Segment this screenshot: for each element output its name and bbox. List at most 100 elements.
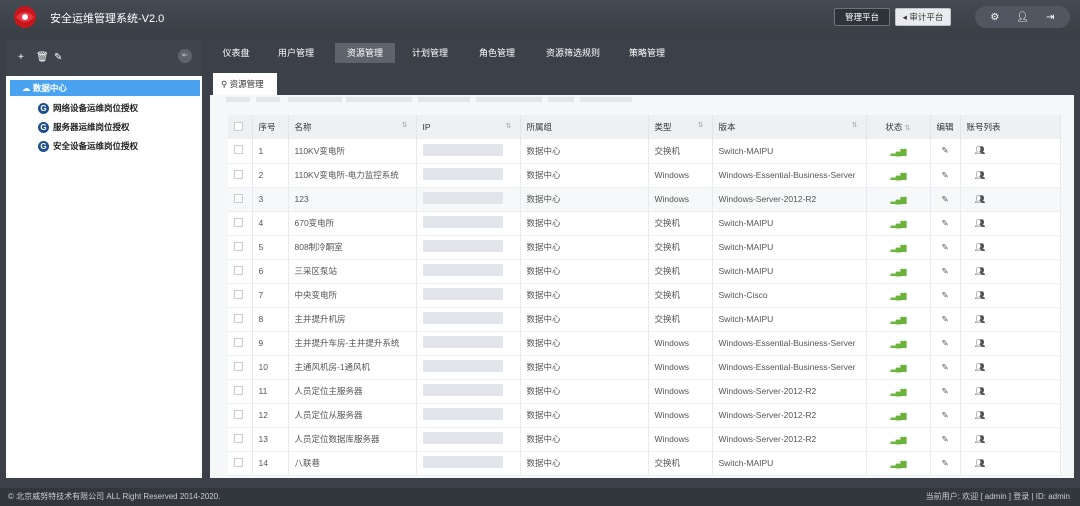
table-row[interactable]: 13 人员定位数据库服务器 数据中心 Windows Windows-Server-20… <box>228 427 1061 452</box>
tab-resource-management[interactable]: 资源管理 <box>335 43 395 63</box>
cell-name: 三采区泵站 <box>288 259 417 284</box>
cell-edit[interactable]: ✎ <box>930 283 961 308</box>
table-row[interactable]: 8 主井提升机房 数据中心 交换机 Switch-MAIPU ▂▄▆ ✎ 👥︎ <box>228 307 1061 332</box>
table-row[interactable]: 2 110KV变电所-电力监控系统 数据中心 Windows Windows-Essen… <box>228 163 1061 188</box>
row-checkbox[interactable] <box>228 259 253 284</box>
cell-version: Windows-Server-2012-R2 <box>712 403 867 428</box>
cell-edit[interactable]: ✎ <box>930 187 961 212</box>
users-icon: 👥︎ <box>974 265 986 276</box>
plus-icon[interactable]: + <box>18 52 24 63</box>
cell-accounts[interactable]: 👥︎ <box>960 163 1061 188</box>
cell-ip <box>416 283 521 308</box>
row-checkbox[interactable] <box>228 211 253 236</box>
tab-dashboard[interactable]: 仪表盘 <box>216 43 256 63</box>
cell-version: Windows-Server-2012-R2 <box>712 187 867 212</box>
signal-status-icon: ▂▄▆ <box>890 387 907 396</box>
row-checkbox[interactable] <box>228 307 253 332</box>
table-row[interactable]: 4 670变电所 数据中心 交换机 Switch-MAIPU ▂▄▆ ✎ 👥︎ <box>228 211 1061 236</box>
row-checkbox[interactable] <box>228 187 253 212</box>
cell-no: 5 <box>252 235 289 260</box>
cell-accounts[interactable]: 👥︎ <box>960 139 1061 164</box>
cell-no: 11 <box>252 379 289 404</box>
row-checkbox[interactable] <box>228 235 253 260</box>
tab-user-management[interactable]: 用户管理 <box>272 43 320 63</box>
gear-icon[interactable]: ⚙ <box>987 12 1003 23</box>
pencil-icon: ✎ <box>941 337 949 348</box>
cell-version: Windows-Server-2012-R2 <box>712 427 867 452</box>
ip-redacted-block <box>422 143 503 156</box>
manage-platform-button[interactable]: 管理平台 <box>834 8 890 26</box>
table-row[interactable]: 12 人员定位从服务器 数据中心 Windows Windows-Server-2012… <box>228 403 1061 428</box>
cell-status: ▂▄▆ <box>866 139 931 164</box>
cell-edit[interactable]: ✎ <box>930 451 961 476</box>
cell-accounts[interactable]: 👥︎ <box>960 307 1061 332</box>
table-row[interactable]: 3 123 数据中心 Windows Windows-Server-2012-R2 ▂▄▆… <box>228 187 1061 212</box>
table-row[interactable]: 5 808制冷酮室 数据中心 交换机 Switch-MAIPU ▂▄▆ ✎ 👥︎ <box>228 235 1061 260</box>
cell-no: 1 <box>252 139 289 164</box>
cell-version: Switch-MAIPU <box>712 307 867 332</box>
row-checkbox[interactable] <box>228 403 253 428</box>
tree-root-datacenter[interactable]: ☁ 数据中心 <box>10 80 200 96</box>
cell-accounts[interactable]: 👥︎ <box>960 451 1061 476</box>
row-checkbox[interactable] <box>228 283 253 308</box>
table-row[interactable]: 1 110KV变电所 数据中心 交换机 Switch-MAIPU ▂▄▆ ✎ 👥︎ <box>228 139 1061 164</box>
tree-item-security-device-auth[interactable]: G 安全设备运维岗位授权 <box>38 138 138 154</box>
subtab-resource-management[interactable]: ⚲ 资源管理 <box>213 73 277 95</box>
pencil-icon[interactable]: ✎ <box>54 52 62 63</box>
table-row[interactable]: 6 三采区泵站 数据中心 交换机 Switch-MAIPU ▂▄▆ ✎ 👥︎ <box>228 259 1061 284</box>
cell-accounts[interactable]: 👥︎ <box>960 379 1061 404</box>
tab-role-management[interactable]: 角色管理 <box>472 43 522 63</box>
table-row[interactable]: 11 人员定位主服务器 数据中心 Windows Windows-Server-2012… <box>228 379 1061 404</box>
col-header-status[interactable]: 状态 ⇅ <box>866 115 931 139</box>
audit-platform-button[interactable]: ◂ 审计平台 <box>895 8 951 26</box>
cell-edit[interactable]: ✎ <box>930 211 961 236</box>
cell-edit[interactable]: ✎ <box>930 379 961 404</box>
row-checkbox[interactable] <box>228 427 253 452</box>
cell-accounts[interactable]: 👥︎ <box>960 259 1061 284</box>
tab-plan-management[interactable]: 计划管理 <box>406 43 454 63</box>
tab-resource-filter-rules[interactable]: 资源筛选规则 <box>540 43 606 63</box>
cell-accounts[interactable]: 👥︎ <box>960 235 1061 260</box>
cell-status: ▂▄▆ <box>866 307 931 332</box>
row-checkbox[interactable] <box>228 451 253 476</box>
cell-accounts[interactable]: 👥︎ <box>960 283 1061 308</box>
row-checkbox[interactable] <box>228 355 253 380</box>
cell-edit[interactable]: ✎ <box>930 307 961 332</box>
cell-edit[interactable]: ✎ <box>930 235 961 260</box>
table-row[interactable]: 10 主通风机房-1通风机 数据中心 Windows Windows-Essential… <box>228 355 1061 380</box>
cell-edit[interactable]: ✎ <box>930 403 961 428</box>
logout-icon[interactable]: ⇥ <box>1042 12 1058 23</box>
cell-accounts[interactable]: 👥︎ <box>960 427 1061 452</box>
cell-accounts[interactable]: 👥︎ <box>960 355 1061 380</box>
cell-edit[interactable]: ✎ <box>930 139 961 164</box>
col-header-version[interactable]: 版本 ⇅ <box>712 115 867 139</box>
row-checkbox[interactable] <box>228 379 253 404</box>
row-checkbox[interactable] <box>228 331 253 356</box>
cell-edit[interactable]: ✎ <box>930 427 961 452</box>
col-header-name[interactable]: 名称 ⇅ <box>288 115 417 139</box>
table-row[interactable]: 9 主井提升车房-主井提升系统 数据中心 Windows Windows-Essenti… <box>228 331 1061 356</box>
row-checkbox[interactable] <box>228 163 253 188</box>
tab-policy-management[interactable]: 策略管理 <box>622 43 672 63</box>
col-header-type[interactable]: 类型 ⇅ <box>648 115 713 139</box>
cell-edit[interactable]: ✎ <box>930 259 961 284</box>
cell-accounts[interactable]: 👥︎ <box>960 403 1061 428</box>
tree-item-server-auth[interactable]: G 服务器运维岗位授权 <box>38 119 130 135</box>
row-checkbox[interactable] <box>228 139 253 164</box>
user-icon[interactable]: 👤︎ <box>1014 12 1030 23</box>
cell-group: 数据中心 <box>520 331 649 356</box>
signal-status-icon: ▂▄▆ <box>890 435 907 444</box>
cell-edit[interactable]: ✎ <box>930 355 961 380</box>
cell-accounts[interactable]: 👥︎ <box>960 331 1061 356</box>
col-header-ip[interactable]: IP ⇅ <box>416 115 521 139</box>
table-row[interactable]: 14 八联巷 数据中心 交换机 Switch-MAIPU ▂▄▆ ✎ 👥︎ <box>228 451 1061 476</box>
cell-accounts[interactable]: 👥︎ <box>960 187 1061 212</box>
cell-edit[interactable]: ✎ <box>930 163 961 188</box>
collapse-sidebar-icon[interactable]: ⇤ <box>178 49 192 63</box>
cell-accounts[interactable]: 👥︎ <box>960 211 1061 236</box>
select-all-checkbox[interactable] <box>228 115 253 139</box>
cell-edit[interactable]: ✎ <box>930 331 961 356</box>
trash-icon[interactable]: 🗑︎ <box>36 52 49 63</box>
table-row[interactable]: 7 中央变电所 数据中心 交换机 Switch-Cisco ▂▄▆ ✎ 👥︎ <box>228 283 1061 308</box>
tree-item-network-device-auth[interactable]: G 网络设备运维岗位授权 <box>38 100 138 116</box>
